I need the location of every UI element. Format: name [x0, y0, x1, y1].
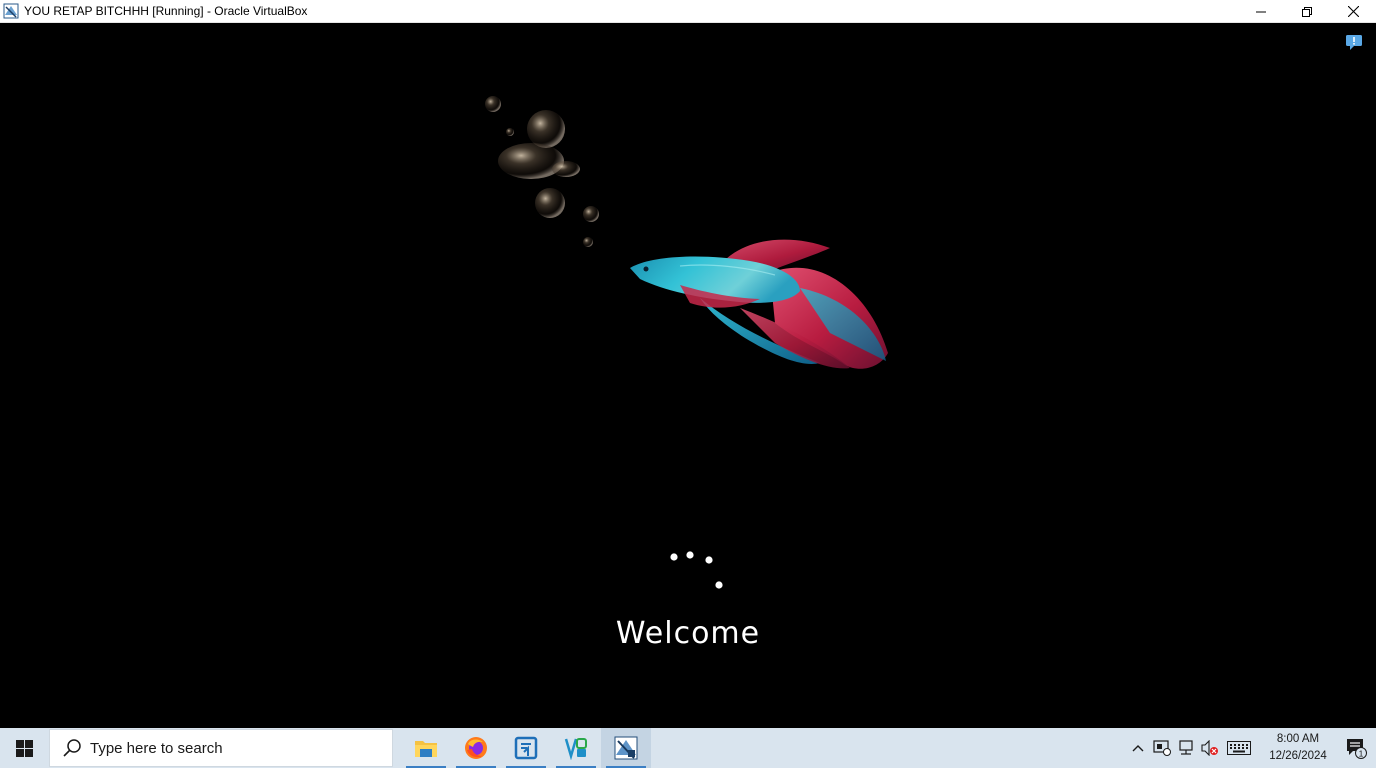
- taskbar-app-virtualbox[interactable]: [601, 728, 651, 768]
- taskbar-app-3[interactable]: [501, 728, 551, 768]
- taskbar-app-file-explorer[interactable]: [401, 728, 451, 768]
- restore-icon: [1302, 6, 1312, 17]
- app-vs-icon: [564, 738, 587, 760]
- betta-fish-graphic: [630, 239, 888, 369]
- window-title: YOU RETAP BITCHHH [Running] - Oracle Vir…: [24, 4, 308, 18]
- bubbles-graphic: [485, 96, 599, 247]
- taskbar-clock[interactable]: 8:00 AM 12/26/2024: [1260, 731, 1336, 765]
- virtualbox-icon: [614, 736, 638, 760]
- host-taskbar: Type here to search 8:00 AM 12/26/2024 1: [0, 728, 1376, 768]
- network-tray-button[interactable]: [1174, 728, 1198, 768]
- welcome-text: Welcome: [615, 616, 761, 651]
- clock-time: 8:00 AM: [1276, 733, 1320, 745]
- virtualbox-app-icon: [3, 3, 19, 19]
- taskbar-search-box[interactable]: Type here to search: [49, 729, 393, 767]
- network-icon: [1179, 740, 1193, 755]
- system-tray: 8:00 AM 12/26/2024 1: [1126, 728, 1376, 768]
- show-hidden-icons-button[interactable]: [1126, 728, 1150, 768]
- restore-button[interactable]: [1284, 0, 1330, 23]
- volume-muted-icon: [1201, 740, 1218, 756]
- chevron-up-icon: [1132, 745, 1144, 752]
- clock-date: 12/26/2024: [1269, 750, 1327, 762]
- keyboard-icon: [1227, 741, 1251, 755]
- minimize-button[interactable]: [1238, 0, 1284, 23]
- loading-spinner: [670, 551, 723, 589]
- search-placeholder: Type here to search: [90, 739, 223, 757]
- windows-logo-icon: [15, 739, 33, 757]
- vm-display[interactable]: Welcome: [0, 23, 1376, 728]
- taskbar-app-4[interactable]: [551, 728, 601, 768]
- keyboard-tray-button[interactable]: [1222, 728, 1256, 768]
- window-titlebar[interactable]: YOU RETAP BITCHHH [Running] - Oracle Vir…: [0, 0, 1376, 23]
- notification-count: 1: [1359, 748, 1364, 758]
- close-icon: [1347, 6, 1359, 17]
- folder-icon: [415, 741, 437, 757]
- start-button[interactable]: [0, 728, 48, 768]
- search-icon: [63, 739, 81, 757]
- tray-app-icon[interactable]: [1150, 728, 1174, 768]
- close-button[interactable]: [1330, 0, 1376, 23]
- security-tray-icon: [1153, 740, 1171, 756]
- taskbar-app-firefox[interactable]: [451, 728, 501, 768]
- firefox-icon: [465, 737, 487, 759]
- notifications-icon: 1: [1347, 739, 1367, 759]
- app-blue-icon: [514, 736, 538, 760]
- minimize-icon: [1256, 11, 1266, 12]
- action-center-button[interactable]: 1: [1336, 728, 1376, 768]
- volume-tray-button[interactable]: [1198, 728, 1222, 768]
